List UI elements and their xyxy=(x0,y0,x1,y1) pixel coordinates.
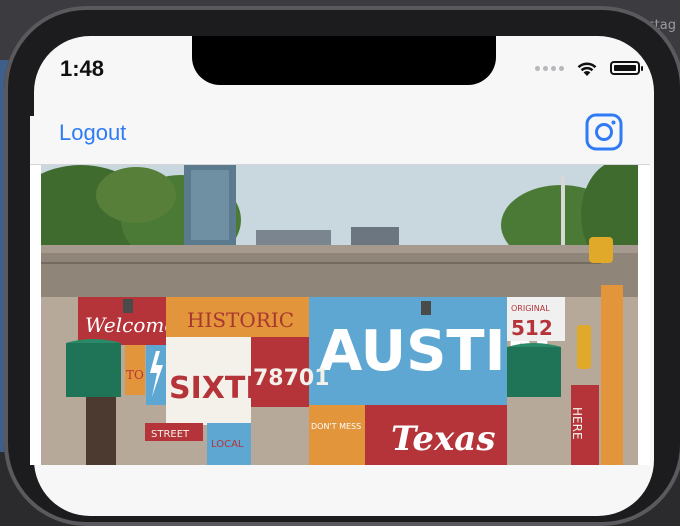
mural-street-text: STREET xyxy=(151,429,190,440)
mural-zip-text: 78701 xyxy=(253,366,330,391)
mural-local-text: LOCAL xyxy=(211,439,244,450)
logout-button[interactable]: Logout xyxy=(59,120,126,146)
status-time: 1:48 xyxy=(60,56,105,81)
mural-historic-text: HISTORIC xyxy=(187,308,294,332)
navigation-bar: Logout xyxy=(30,113,650,165)
notch xyxy=(192,36,496,85)
instagram-icon[interactable] xyxy=(585,113,623,151)
battery-icon xyxy=(610,61,643,75)
mural-welcome-text: Welcome xyxy=(85,313,176,337)
signal-dots-icon xyxy=(535,65,564,71)
mural-original-text: ORIGINAL xyxy=(511,304,550,313)
feed: Welcome HISTORIC AUSTIN ORIGINAL 512 SIX… xyxy=(30,165,650,465)
mural-texas-text: Texas xyxy=(391,419,495,459)
mural-to-text: TO xyxy=(126,368,144,382)
post-photo[interactable]: Welcome HISTORIC AUSTIN ORIGINAL 512 SIX… xyxy=(41,165,638,465)
status-icons xyxy=(535,56,643,80)
wifi-icon xyxy=(577,61,597,76)
mural-512-text: 512 xyxy=(511,316,553,340)
mural-dont-mess-text: DON'T MESS xyxy=(311,422,361,431)
mural-here-text: HERE xyxy=(570,407,584,440)
